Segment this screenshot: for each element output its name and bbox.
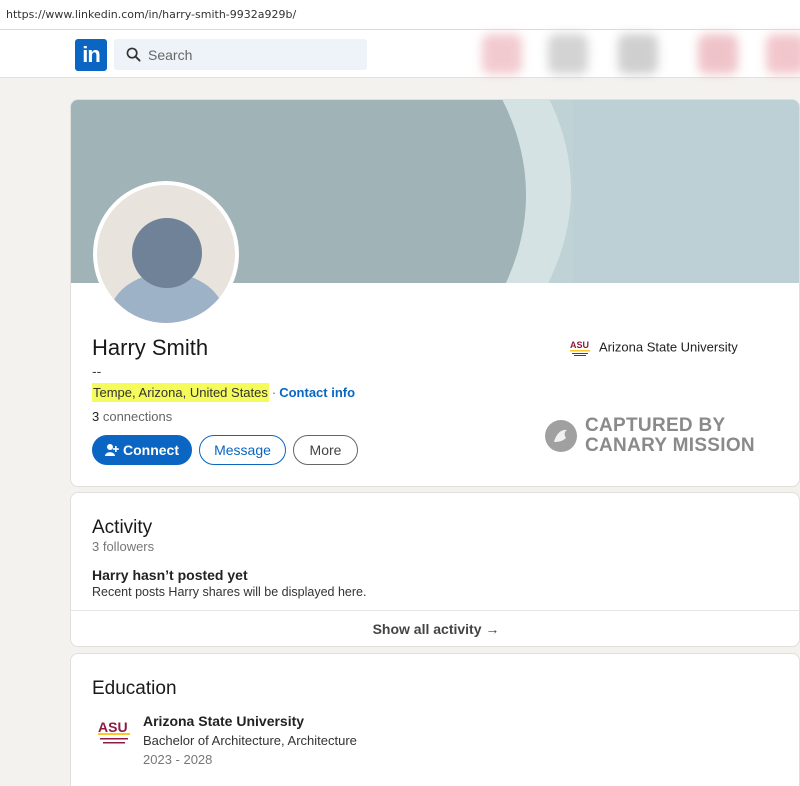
show-all-activity-button[interactable]: Show all activity → [71, 611, 799, 646]
separator-dot: · [271, 385, 277, 400]
nav-messaging-icon[interactable] [698, 34, 738, 74]
connections-label: connections [99, 409, 173, 424]
contact-info-link[interactable]: Contact info [279, 385, 355, 400]
watermark-line-1: CAPTURED BY [585, 415, 726, 436]
top-education-link[interactable]: ASU Arizona State University [569, 337, 738, 359]
search-input[interactable] [148, 39, 358, 70]
search-icon [126, 47, 141, 62]
svg-text:ASU: ASU [98, 719, 128, 735]
activity-title: Activity [92, 517, 153, 538]
education-title: Education [92, 678, 177, 699]
top-education-name: Arizona State University [599, 339, 738, 355]
nav-notifications-icon[interactable] [766, 34, 800, 74]
nav-jobs-icon[interactable] [618, 34, 658, 74]
asu-logo-icon: ASU [569, 339, 591, 356]
search-box[interactable] [114, 39, 367, 70]
no-posts-subtitle: Recent posts Harry shares will be displa… [92, 585, 367, 599]
message-button[interactable]: Message [199, 435, 286, 465]
profile-avatar[interactable] [93, 181, 239, 327]
watermark-line-2: CANARY MISSION [585, 435, 755, 456]
browser-url-bar[interactable]: https://www.linkedin.com/in/harry-smith-… [0, 0, 800, 30]
canary-mission-watermark: CAPTURED BY CANARY MISSION [545, 416, 775, 460]
profile-name: Harry Smith [92, 335, 209, 360]
education-card: Education ASU Arizona State University B… [70, 653, 800, 786]
education-degree: Bachelor of Architecture, Architecture [143, 733, 357, 748]
nav-network-icon[interactable] [548, 34, 588, 74]
nav-home-icon[interactable] [482, 34, 522, 74]
profile-headline: -- [92, 363, 102, 379]
education-school[interactable]: Arizona State University [143, 713, 304, 729]
location-row: Tempe, Arizona, United States · Contact in… [92, 383, 355, 402]
bird-icon [545, 420, 577, 452]
asu-logo-icon[interactable]: ASU [97, 718, 131, 748]
add-person-icon [105, 444, 119, 456]
profile-location: Tempe, Arizona, United States [92, 383, 269, 402]
education-dates: 2023 - 2028 [143, 752, 213, 767]
svg-text:ASU: ASU [570, 340, 589, 350]
more-button[interactable]: More [293, 435, 358, 465]
no-posts-title: Harry hasn’t posted yet [92, 567, 248, 583]
url-text: https://www.linkedin.com/in/harry-smith-… [6, 8, 297, 21]
connect-label: Connect [123, 442, 179, 458]
connect-button[interactable]: Connect [92, 435, 192, 465]
followers-count: 3 followers [92, 539, 155, 554]
activity-card: Activity 3 followers Harry hasn’t posted… [70, 492, 800, 647]
profile-card: Harry Smith -- Tempe, Arizona, United St… [70, 99, 800, 487]
linkedin-logo[interactable]: in [75, 39, 107, 71]
top-navigation: in [0, 30, 800, 78]
connections-count[interactable]: 3 connections [92, 409, 172, 424]
